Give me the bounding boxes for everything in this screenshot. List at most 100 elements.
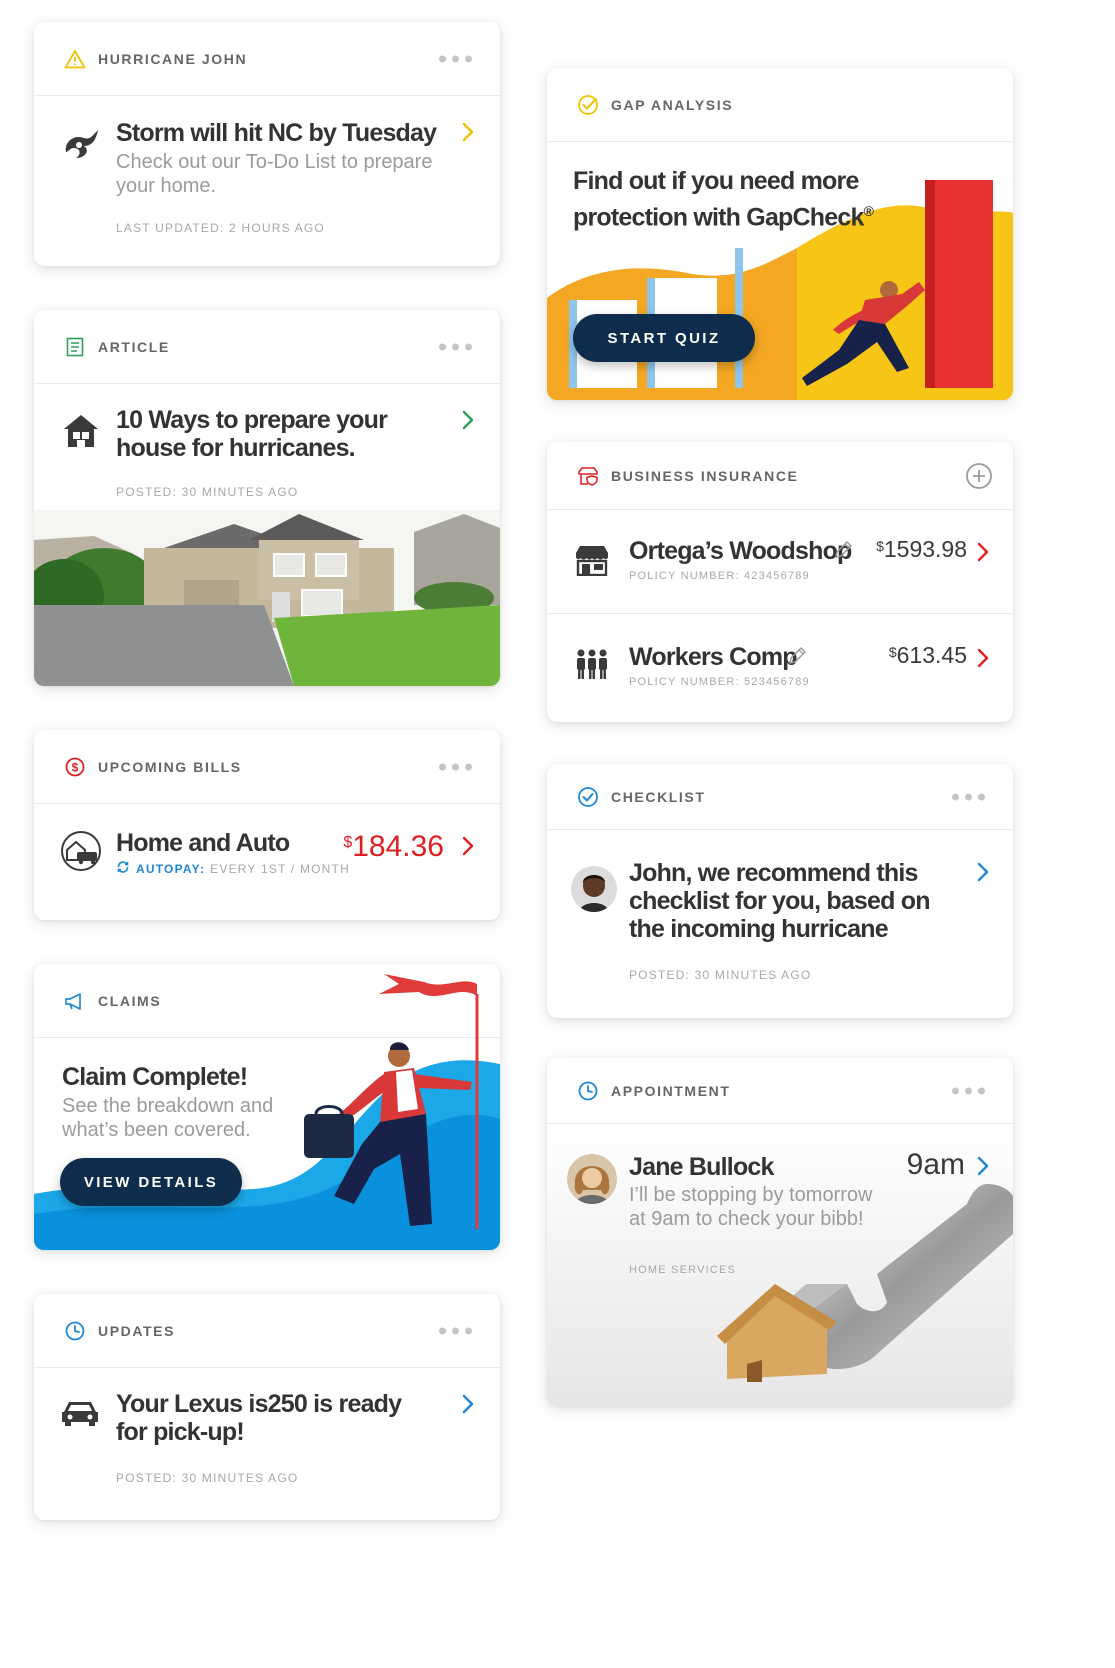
policy-number: POLICY NUMBER: 523456789 <box>629 676 810 688</box>
claims-card: CLAIMS Claim Complete! See the breakdown… <box>34 964 500 1250</box>
card-header-title: ARTICLE <box>98 338 170 355</box>
clock-icon <box>577 1080 599 1102</box>
autopay-row: AUTOPAY: EVERY 1ST / MONTH <box>116 860 350 877</box>
card-header: UPDATES <box>34 1294 500 1368</box>
claim-body-line: See the breakdown and <box>62 1095 274 1117</box>
agent-avatar[interactable] <box>571 866 617 917</box>
policy-row[interactable]: Ortega’s Woodshop POLICY NUMBER: 4234567… <box>547 510 1013 614</box>
policy-name: Workers Comp <box>629 643 798 671</box>
more-options-button[interactable] <box>439 343 472 350</box>
amount-value: 184.36 <box>352 830 444 863</box>
refresh-icon <box>116 860 130 877</box>
appointment-message-line: at 9am to check your bibb! <box>629 1208 864 1230</box>
currency-symbol: $ <box>343 834 353 851</box>
chevron-right-icon[interactable] <box>462 122 474 147</box>
more-options-button[interactable] <box>439 763 472 770</box>
article-title-line: house for hurricanes. <box>116 434 356 462</box>
service-category-label: HOME SERVICES <box>629 1264 737 1276</box>
card-header: CHECKLIST <box>547 764 1013 830</box>
more-options-button[interactable] <box>952 1087 985 1094</box>
policy-name: Ortega’s Woodshop <box>629 537 852 565</box>
chevron-right-icon[interactable] <box>462 1394 474 1419</box>
more-options-button[interactable] <box>439 55 472 62</box>
more-options-button[interactable] <box>439 1327 472 1334</box>
house-photo[interactable] <box>34 510 500 686</box>
chevron-right-icon[interactable] <box>462 836 474 861</box>
amount-value: 1593.98 <box>883 536 967 562</box>
amount-value: 613.45 <box>896 642 967 668</box>
autopay-detail: EVERY 1ST / MONTH <box>210 861 350 876</box>
policy-amount: $ 1593.98 <box>876 536 967 563</box>
warning-icon <box>64 48 86 70</box>
card-header: ARTICLE <box>34 310 500 384</box>
card-header: BUSINESS INSURANCE <box>547 442 1013 510</box>
card-header: $ UPCOMING BILLS <box>34 730 500 804</box>
checklist-line: checklist for you, based on <box>629 887 931 915</box>
bill-title: Home and Auto <box>116 829 290 857</box>
card-header-title: HURRICANE JOHN <box>98 50 248 67</box>
shop-shield-icon <box>577 465 599 487</box>
checklist-line: John, we recommend this <box>629 859 918 887</box>
edit-pencil-icon[interactable] <box>787 646 807 671</box>
updates-card: UPDATES Your Lexus is250 is ready for pi… <box>34 1294 500 1520</box>
alert-body-line: your home. <box>116 175 217 197</box>
last-updated-label: LAST UPDATED: 2 HOURS AGO <box>116 221 325 235</box>
update-title-line: for pick-up! <box>116 1418 245 1446</box>
chevron-right-icon[interactable] <box>977 862 989 887</box>
posted-label: POSTED: 30 MINUTES AGO <box>116 485 299 499</box>
chevron-right-icon[interactable] <box>977 1156 989 1181</box>
house-icon <box>62 412 100 455</box>
appointment-time: 9am <box>906 1148 965 1181</box>
gap-title-line: protection with GapCheck® <box>573 196 874 233</box>
start-quiz-button[interactable]: START QUIZ <box>573 314 755 362</box>
provider-name: Jane Bullock <box>629 1153 774 1181</box>
checklist-line: the incoming hurricane <box>629 915 889 943</box>
more-options-button[interactable] <box>952 793 985 800</box>
home-and-auto-icon <box>60 830 102 877</box>
storefront-icon <box>575 544 609 581</box>
currency-symbol: $ <box>888 644 897 660</box>
registered-mark: ® <box>863 203 874 219</box>
posted-label: POSTED: 30 MINUTES AGO <box>629 968 812 982</box>
card-header: APPOINTMENT <box>547 1058 1013 1124</box>
card-header-title: CHECKLIST <box>611 788 706 805</box>
card-header-title: UPCOMING BILLS <box>98 758 242 775</box>
posted-label: POSTED: 30 MINUTES AGO <box>116 1471 299 1485</box>
add-policy-button[interactable] <box>965 462 993 495</box>
gap-analysis-card: GAP ANALYSIS Find out if you need more p… <box>547 68 1013 400</box>
card-header-title: UPDATES <box>98 1322 176 1339</box>
car-icon <box>60 1398 100 1433</box>
checklist-card: CHECKLIST John, we recommend this checkl… <box>547 764 1013 1018</box>
currency-symbol: $ <box>876 538 884 554</box>
chevron-right-icon[interactable] <box>977 648 989 673</box>
business-insurance-card: BUSINESS INSURANCE Ortega’s Woodshop POL… <box>547 442 1013 722</box>
gap-title-text: protection with GapCheck <box>573 203 864 232</box>
provider-avatar[interactable] <box>567 1154 617 1209</box>
article-icon <box>64 336 86 358</box>
gap-title-line: Find out if you need more <box>573 167 859 195</box>
chevron-right-icon[interactable] <box>462 410 474 435</box>
upcoming-bills-card: $ UPCOMING BILLS Home and Auto AUTOPAY: … <box>34 730 500 920</box>
card-header: HURRICANE JOHN <box>34 22 500 96</box>
edit-pencil-icon[interactable] <box>833 540 853 565</box>
chevron-right-icon[interactable] <box>977 542 989 567</box>
appointment-card: APPOINTMENT Jane Bullock 9am I’ll be sto… <box>547 1058 1013 1406</box>
view-details-button[interactable]: VIEW DETAILS <box>60 1158 242 1206</box>
bill-amount: $ 184.36 <box>343 830 444 864</box>
claim-title: Claim Complete! <box>62 1063 248 1091</box>
claim-body-line: what’s been covered. <box>62 1119 251 1141</box>
dollar-circle-icon: $ <box>64 756 86 778</box>
article-title-line: 10 Ways to prepare your <box>116 406 388 434</box>
hurricane-card: HURRICANE JOHN Storm will hit NC by Tues… <box>34 22 500 266</box>
workers-group-icon <box>575 648 609 685</box>
policy-number: POLICY NUMBER: 423456789 <box>629 570 810 582</box>
alert-title: Storm will hit NC by Tuesday <box>116 119 437 147</box>
article-card: ARTICLE 10 Ways to prepare your house fo… <box>34 310 500 686</box>
svg-text:$: $ <box>72 760 79 774</box>
policy-amount: $ 613.45 <box>889 642 967 669</box>
alert-body-line: Check out our To-Do List to prepare <box>116 151 433 173</box>
card-header-title: APPOINTMENT <box>611 1082 731 1099</box>
card-header-title: BUSINESS INSURANCE <box>611 467 799 484</box>
check-circle-icon <box>577 786 599 808</box>
policy-row[interactable]: Workers Comp POLICY NUMBER: 523456789 $ … <box>547 614 1013 722</box>
